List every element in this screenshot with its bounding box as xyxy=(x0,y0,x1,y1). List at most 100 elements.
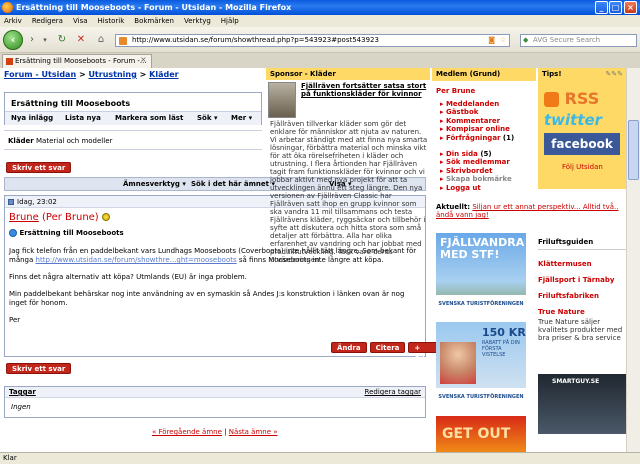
member-link-logga-ut[interactable]: ▸ Logga ut xyxy=(440,184,512,192)
page-scrollbar[interactable] xyxy=(626,68,640,452)
sok-menu[interactable]: Sök ▾ xyxy=(197,112,217,125)
skrivbordet-label: Skrivbordet xyxy=(445,166,493,175)
search-engine-icon[interactable]: ◆ xyxy=(523,36,528,44)
amnesverktyg-menu[interactable]: Ämnesverktyg ▾ xyxy=(123,178,186,190)
true-nature-text: True Nature säljer kvalitets produkter m… xyxy=(538,318,623,342)
online-status-icon xyxy=(101,213,110,221)
sok-i-amnet-menu[interactable]: Sök i det här ämnet ▾ xyxy=(191,178,275,190)
rss-feed-icon[interactable]: ◙ xyxy=(488,35,495,46)
menu-historik[interactable]: Historik xyxy=(98,15,125,27)
aktuellt-box: Aktuellt: Siljan ur ett annat perspektiv… xyxy=(436,203,626,219)
window-title: Ersättning till Mooseboots - Forum - Uts… xyxy=(16,3,292,12)
menu-arkiv[interactable]: Arkiv xyxy=(4,15,22,27)
history-dropdown-icon[interactable]: ▾ xyxy=(38,33,52,47)
post-author-fullname: (Per Brune) xyxy=(38,212,99,223)
member-link-meddelanden[interactable]: ▸ Meddelanden xyxy=(440,100,514,108)
home-icon[interactable]: ⌂ xyxy=(94,33,108,47)
rss-label: RSS xyxy=(564,89,600,108)
reload-icon[interactable]: ↻ xyxy=(55,33,69,47)
mer-menu[interactable]: Mer ▾ xyxy=(231,112,252,125)
sponsor-body: Fjällräven tillverkar kläder som gör det… xyxy=(270,120,428,264)
reply-button-bottom[interactable]: Skriv ett svar xyxy=(6,363,72,374)
ad-smartguy-label: SMARTGUY.SE xyxy=(552,378,600,385)
post-author-line: Brune (Per Brune) xyxy=(9,212,110,223)
tags-header: Taggar Redigera taggar xyxy=(5,387,425,398)
minimize-button[interactable]: _ xyxy=(595,1,608,14)
tags-title[interactable]: Taggar xyxy=(9,387,36,398)
menu-bar: Arkiv Redigera Visa Historik Bokmärken Verkty… xyxy=(0,15,640,27)
previous-thread-link[interactable]: « Föregående ämne xyxy=(152,428,222,436)
menu-bokmarken[interactable]: Bokmärken xyxy=(134,15,174,27)
member-link-kommentarer[interactable]: ▸ Kommentarer xyxy=(440,117,514,125)
menu-hjalp[interactable]: Hjälp xyxy=(221,15,239,27)
reply-button-top[interactable]: Skriv ett svar xyxy=(6,162,72,173)
edit-tags-link[interactable]: Redigera taggar xyxy=(365,387,421,398)
din-sida-count: (5) xyxy=(477,150,492,158)
ad-150kr[interactable]: 150 KR RABATT PÅ DIN FÖRSTA VISTELSE SVE… xyxy=(436,322,526,406)
nya-inlagg-link[interactable]: Nya inlägg xyxy=(11,112,53,125)
breadcrumb-utrustning[interactable]: Utrustning xyxy=(88,70,136,79)
forward-button[interactable]: › xyxy=(25,33,39,47)
din-sida-label: Din sida xyxy=(445,150,478,158)
back-button[interactable]: ‹ xyxy=(3,30,23,50)
friluft-link-friluftsfabriken[interactable]: Friluftsfabriken xyxy=(538,292,626,300)
thread-toolbar: Nya inlägg Lista nya Markera som läst Sö… xyxy=(5,111,261,125)
menu-verktyg[interactable]: Verktyg xyxy=(184,15,211,27)
member-links-2: ▸ Din sida (5) ▸ Sök medlemmar ▸ Skrivbo… xyxy=(440,150,512,192)
url-text: http://www.utsidan.se/forum/showthread.p… xyxy=(132,36,379,44)
menu-visa[interactable]: Visa xyxy=(73,15,88,27)
close-button[interactable]: × xyxy=(624,1,637,14)
member-link-kompisar[interactable]: ▸ Kompisar online xyxy=(440,125,514,133)
member-link-skrivbordet[interactable]: ▸ Skrivbordet xyxy=(440,167,512,175)
friluft-link-klattermusen[interactable]: Klättermusen xyxy=(538,260,626,268)
post-author-link[interactable]: Brune xyxy=(9,212,39,223)
forfragningar-count: (1) xyxy=(500,133,515,142)
member-name: Per Brune xyxy=(436,87,476,95)
member-link-forfragningar[interactable]: ▸ Förfrågningar (1) xyxy=(440,134,514,142)
ad-fjallvandra[interactable]: FJÄLLVANDRA MED STF! SVENSKA TURISTFÖREN… xyxy=(436,233,526,313)
post-icon xyxy=(8,199,14,205)
maximize-button[interactable]: □ xyxy=(609,1,622,14)
edit-button[interactable]: Ändra xyxy=(331,342,367,353)
scrollbar-thumb[interactable] xyxy=(628,120,639,180)
aktuellt-label: Aktuellt: xyxy=(436,203,471,211)
tab-close-icon[interactable]: × xyxy=(140,55,147,64)
next-thread-link[interactable]: Nästa ämne » xyxy=(229,428,278,436)
member-link-din-sida[interactable]: ▸ Din sida (5) xyxy=(440,150,512,158)
breadcrumb-forum[interactable]: Forum - Utsidan xyxy=(4,70,76,79)
facebook-logo[interactable]: facebook xyxy=(544,133,620,155)
member-link-gastbok[interactable]: ▸ Gästbok xyxy=(440,108,514,116)
rss-icon xyxy=(544,92,559,107)
bookmark-star-icon[interactable]: ☆ xyxy=(500,35,506,46)
true-nature-title[interactable]: True Nature xyxy=(538,308,626,316)
breadcrumb-sep: > xyxy=(136,70,150,79)
search-box[interactable]: AVG Secure Search xyxy=(520,34,637,47)
tab-current[interactable]: Ersättning till Mooseboots - Forum -... xyxy=(2,54,152,68)
post-p1-link[interactable]: http://www.utsidan.se/forum/showthre...g… xyxy=(36,256,237,264)
ad-get-out[interactable]: GET OUT xyxy=(436,416,526,452)
post-actions: Ändra Citera + Citat xyxy=(331,342,440,363)
tab-bar: Ersättning till Mooseboots - Forum -... … xyxy=(0,53,640,68)
lista-nya-link[interactable]: Lista nya xyxy=(65,112,101,125)
member-link-bokmarke[interactable]: ▸ Skapa bokmärke xyxy=(440,175,512,183)
stop-icon[interactable]: ✕ xyxy=(74,33,88,47)
url-bar[interactable]: http://www.utsidan.se/forum/showthread.p… xyxy=(115,34,510,47)
breadcrumb-klader[interactable]: Kläder xyxy=(149,70,178,79)
follow-utsidan[interactable]: Följ Utsidan xyxy=(562,163,603,171)
category-box: Kläder Material och modeller xyxy=(4,130,262,150)
multiquote-button[interactable]: + Citat xyxy=(408,342,440,363)
sponsor-headline[interactable]: Fjällräven fortsätter satsa stort på fun… xyxy=(301,82,426,98)
gastbok-label: Gästbok xyxy=(445,108,479,117)
friluftsguiden-header: Friluftsguiden xyxy=(538,238,626,250)
markera-som-last-link[interactable]: Markera som läst xyxy=(115,112,183,125)
breadcrumb: Forum - Utsidan > Utrustning > Kläder xyxy=(4,70,179,79)
menu-redigera[interactable]: Redigera xyxy=(32,15,63,27)
ad-150kr-title: 150 KR xyxy=(482,326,526,339)
friluft-link-fjallsport[interactable]: Fjällsport i Tärnaby xyxy=(538,276,626,284)
bokmarke-label: Skapa bokmärke xyxy=(445,175,512,184)
member-link-sok-medlemmar[interactable]: ▸ Sök medlemmar xyxy=(440,158,512,166)
ad-smartguy[interactable]: SMARTGUY.SE xyxy=(538,374,626,434)
rss-logo[interactable]: RSS xyxy=(544,89,620,109)
twitter-logo[interactable]: twitter xyxy=(544,111,602,129)
quote-button[interactable]: Citera xyxy=(369,342,406,353)
